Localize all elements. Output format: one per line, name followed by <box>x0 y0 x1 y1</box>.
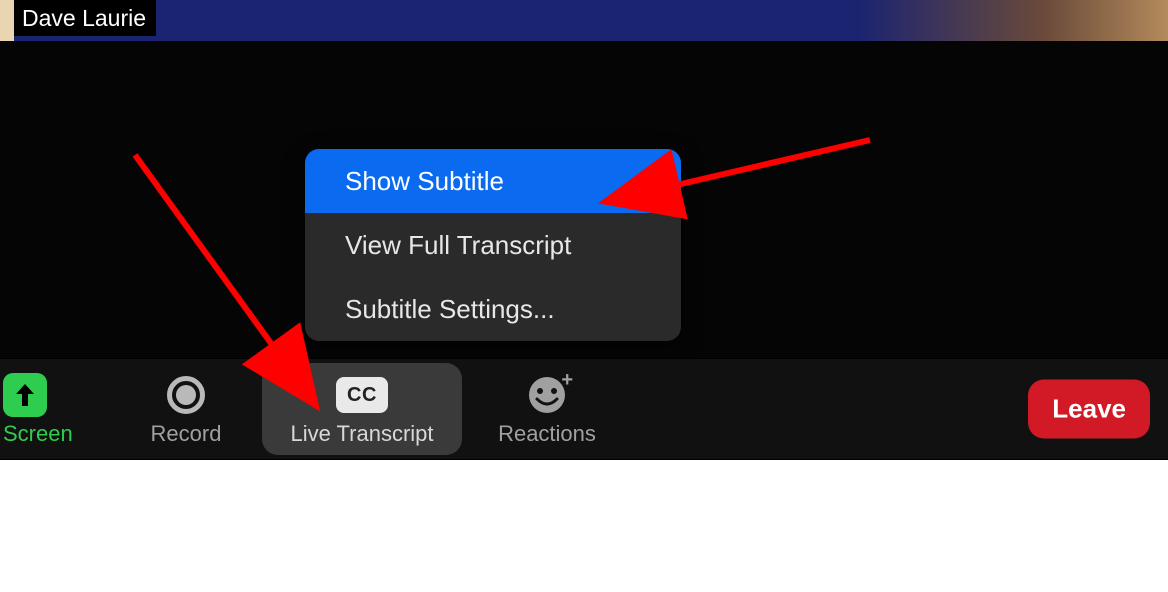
share-screen-label: re Screen <box>0 421 73 447</box>
plus-icon: + <box>561 369 573 392</box>
live-transcript-label: Live Transcript <box>290 421 433 447</box>
menu-item-label: Show Subtitle <box>345 166 504 197</box>
page-background-below <box>0 460 1168 592</box>
reactions-icon: + <box>527 375 567 415</box>
arrow-up-icon <box>14 382 36 408</box>
reactions-label: Reactions <box>498 421 596 447</box>
video-background-gradient <box>858 0 1168 41</box>
live-transcript-menu: Show Subtitle View Full Transcript Subti… <box>305 149 681 341</box>
cc-icon: CC <box>336 377 388 413</box>
menu-item-view-full-transcript[interactable]: View Full Transcript <box>305 213 681 277</box>
live-transcript-button[interactable]: CC Live Transcript <box>262 363 462 455</box>
share-screen-button[interactable]: re Screen <box>0 363 110 455</box>
participant-name-text: Dave Laurie <box>22 5 146 31</box>
record-label: Record <box>151 421 222 447</box>
menu-item-subtitle-settings[interactable]: Subtitle Settings... <box>305 277 681 341</box>
reactions-button[interactable]: + Reactions <box>462 363 632 455</box>
leave-button[interactable]: Leave <box>1028 380 1150 439</box>
meeting-toolbar: re Screen Record CC Live Transcript + <box>0 358 1168 460</box>
share-screen-icon <box>3 373 47 417</box>
record-button[interactable]: Record <box>110 363 262 455</box>
video-thumbnail-strip: Dave Laurie <box>0 0 1168 41</box>
menu-item-show-subtitle[interactable]: Show Subtitle <box>305 149 681 213</box>
record-icon <box>167 376 205 414</box>
leave-label: Leave <box>1052 394 1126 424</box>
menu-item-label: View Full Transcript <box>345 230 571 261</box>
participant-name-tag: Dave Laurie <box>14 0 156 36</box>
cc-icon-text: CC <box>347 384 377 407</box>
menu-item-label: Subtitle Settings... <box>345 294 555 325</box>
video-left-edge <box>0 0 14 41</box>
